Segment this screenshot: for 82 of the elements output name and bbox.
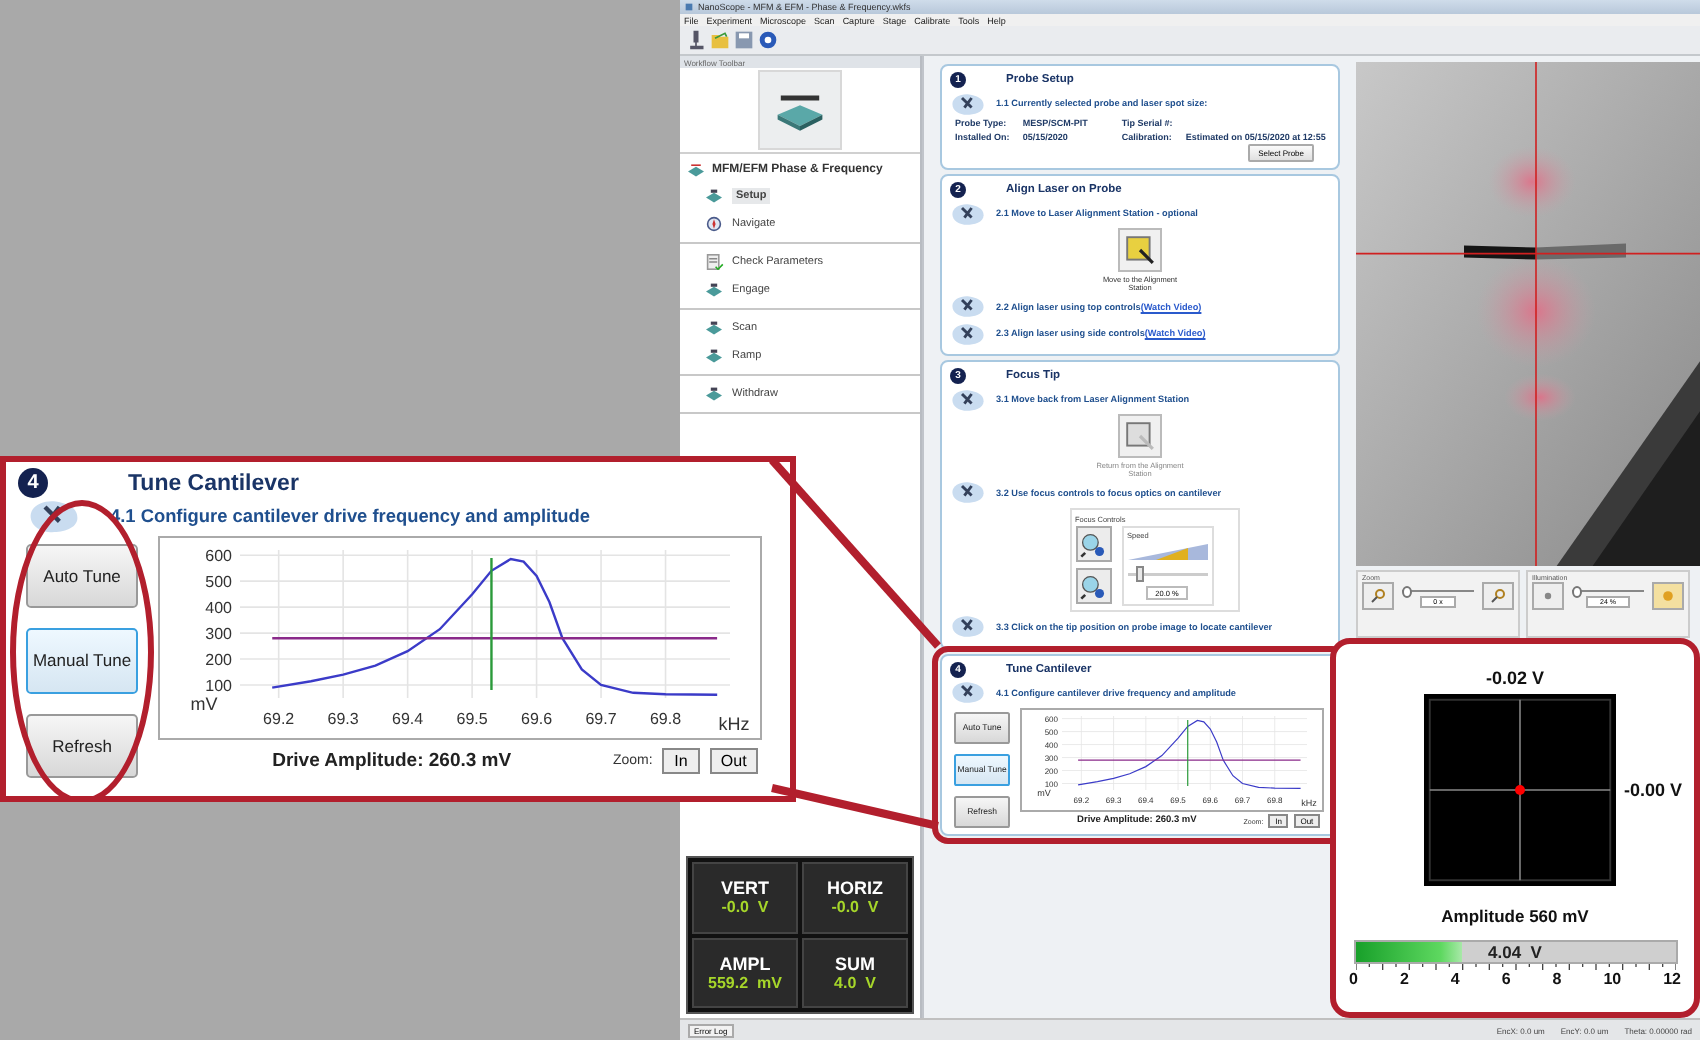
axis-tick-label: 600 [205,547,233,566]
folder-icon[interactable] [710,30,730,50]
help-icon[interactable] [758,30,778,50]
compass-icon [704,216,724,232]
zoom-button[interactable]: In [662,748,700,774]
sun-icon [1658,588,1678,605]
axis-label: kHz [718,714,750,734]
zoom-button[interactable]: Out [709,748,759,774]
focus-button[interactable] [1075,568,1111,605]
axis-tick-label: 69.3 [327,710,359,728]
checklist-icon [704,254,724,270]
stage-icon [704,348,724,364]
speed-slider[interactable] [1127,565,1207,582]
scale-label: 10 [1603,970,1622,989]
microscope-icon[interactable] [686,30,706,50]
step-number: 4 [18,468,48,498]
instrument-icon [950,91,986,115]
readout-label: SUM [835,953,875,974]
axis-label: mV [190,694,218,714]
station-icon [1124,234,1156,267]
magnifier-icon [1080,531,1106,558]
axis-tick-label: 300 [205,625,233,644]
readout-value: 559.2 mV [708,973,782,992]
save-icon[interactable] [734,30,754,50]
instrument-icon [950,680,986,705]
slider-thumb[interactable] [1402,586,1412,599]
stage-icon [704,386,724,402]
scale-label: 2 [1399,970,1409,989]
tune-button[interactable]: Auto Tune [26,544,139,609]
axis-tick-label: 500 [205,573,233,592]
instrument-icon [950,201,986,226]
amplitude-text: Amplitude 560 mV [1441,906,1589,927]
scale-label: 0 [1349,970,1358,989]
magnifier-icon [1080,573,1106,600]
horizontal-reading: -0.00 V [1623,780,1683,801]
focus-button[interactable] [1075,526,1111,563]
axis-tick-label: 69.7 [585,710,617,728]
slider-thumb[interactable] [1135,565,1143,582]
stage-icon [704,282,724,298]
search-icon [1368,588,1388,605]
readout-value: -0.0 V [721,898,769,917]
station-button[interactable] [1118,228,1162,273]
slider-thumb[interactable] [1572,586,1582,599]
readout-value: -0.0 V [831,898,879,917]
readout-label: AMPL [719,953,771,974]
readout-label: HORIZ [827,878,883,899]
axis-tick-label: 400 [205,599,233,618]
axis-tick-label: 200 [205,651,233,670]
axis-tick-label: 69.2 [263,710,295,728]
meter-reading: 4.04 V [1488,942,1542,963]
scale-label: 6 [1501,970,1511,989]
app-icon [684,2,694,12]
axis-tick-label: 69.5 [456,710,488,728]
tune-button[interactable]: Manual Tune [26,628,139,694]
instrument-icon [950,321,986,346]
scale-label: 12 [1663,970,1681,989]
zoom-in-button[interactable] [1482,582,1514,611]
instrument-icon [950,294,986,319]
zoom-out-button[interactable] [1362,582,1394,611]
search-icon [1488,588,1508,605]
dimmer-button[interactable] [1532,582,1564,611]
scale-label: 8 [1552,970,1562,989]
axis-tick-label: 69.6 [521,710,553,728]
vertical-reading: -0.02 V [1485,668,1545,689]
step-title: Tune Cantilever [128,471,299,495]
readout-label: VERT [720,878,769,899]
axis-tick-label: 69.4 [392,710,424,728]
stage-icon [704,320,724,336]
scale-label: 4 [1450,970,1460,989]
instrument-icon [950,480,986,505]
axis-tick-label: 100 [205,677,233,695]
stage-tile[interactable] [758,70,842,150]
instrument-icon [950,387,986,412]
speed-wedge-icon [1127,544,1207,561]
axis-tick-label: 69.8 [650,710,682,728]
station-icon [1124,420,1156,453]
instrument-icon [950,614,986,639]
drive-amplitude-text: Drive Amplitude: 260.3 mV [272,749,512,772]
stage-icon [704,188,724,204]
tune-button[interactable]: Refresh [26,713,139,778]
readout-value: 4.0 V [834,973,876,992]
stage-icon [686,162,706,178]
